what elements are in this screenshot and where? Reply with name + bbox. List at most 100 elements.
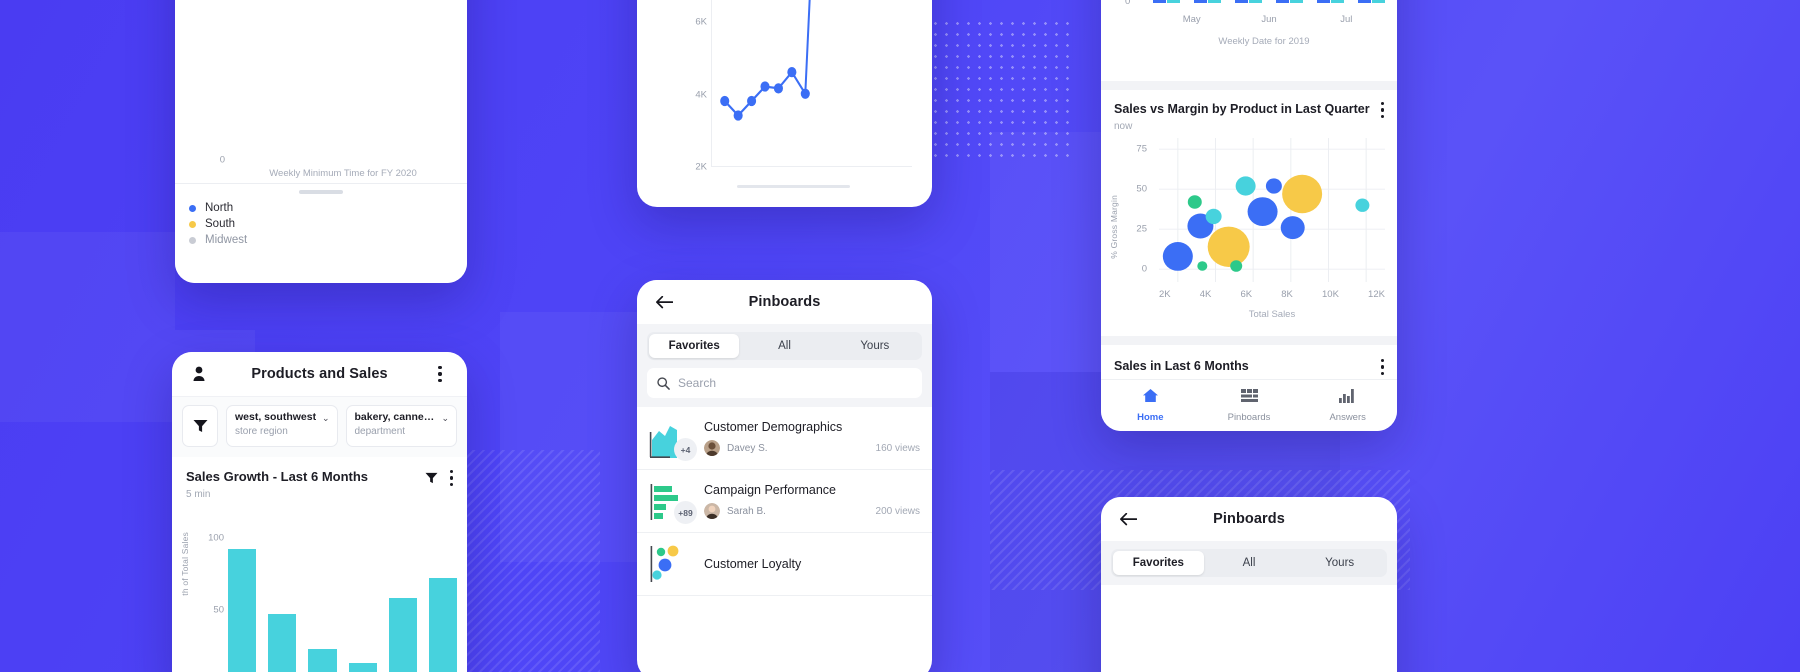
list-item-views: 200 views bbox=[875, 505, 920, 517]
x-axis-caption: Weekly Minimum Time for FY 2020 bbox=[269, 168, 417, 179]
y-tick: 50 bbox=[213, 604, 224, 616]
nav-item-pinboards[interactable]: Pinboards bbox=[1200, 380, 1299, 431]
bubble bbox=[1235, 176, 1256, 196]
filter-value: bakery, canned goods... bbox=[354, 411, 449, 423]
y-tick: 2K bbox=[695, 161, 707, 173]
tab-yours[interactable]: Yours bbox=[830, 334, 920, 358]
bg-block-left bbox=[0, 232, 175, 422]
card-products-and-sales[interactable]: Products and Sales west, southwest store… bbox=[172, 352, 467, 672]
tab-favorites[interactable]: Favorites bbox=[1113, 551, 1204, 575]
list-item[interactable]: Customer Loyalty bbox=[637, 533, 932, 596]
tile-sales-last-6-months[interactable]: Sales in Last 6 Months bbox=[1101, 345, 1397, 376]
x-axis-ticks: May Jun Jul bbox=[1153, 14, 1385, 25]
y-axis-ticks: 2K4K6K8K10K12K bbox=[681, 0, 707, 173]
legend-item-midwest[interactable]: Midwest bbox=[175, 232, 467, 248]
tab-all[interactable]: All bbox=[1204, 551, 1295, 575]
filter-value: west, southwest bbox=[235, 411, 317, 423]
line-chart-plot bbox=[711, 0, 912, 167]
tab-favorites[interactable]: Favorites bbox=[649, 334, 740, 358]
bubble-chart-thumb bbox=[649, 544, 693, 584]
drag-handle[interactable] bbox=[299, 190, 343, 194]
pinboards-header: Pinboards bbox=[1101, 497, 1397, 541]
funnel-icon[interactable] bbox=[425, 472, 438, 484]
area-chart-thumb: +4 bbox=[649, 418, 697, 461]
bar bbox=[1290, 0, 1303, 3]
y-axis-label: th of Total Sales bbox=[180, 532, 190, 596]
stacked-bars-plot bbox=[227, 0, 459, 171]
list-item-title: Campaign Performance bbox=[704, 483, 837, 497]
page-title: Pinboards bbox=[748, 294, 821, 310]
more-options-icon[interactable] bbox=[1380, 359, 1384, 376]
bar bbox=[1249, 0, 1262, 3]
viz-title: Sales Growth - Last 6 Months bbox=[186, 469, 369, 484]
bottom-navigation: Home Pinboards Answers bbox=[1101, 379, 1397, 431]
y-axis-ticks: 50 100 bbox=[196, 528, 224, 672]
list-item[interactable]: +4 Customer Demographics Davey S. 160 vi… bbox=[637, 407, 932, 470]
x-tick: 4K bbox=[1199, 289, 1212, 300]
avatar bbox=[704, 440, 720, 456]
bubble bbox=[1162, 242, 1193, 271]
card-stacked-bars[interactable]: Unique 050 Weekly Minimum Time for FY 20… bbox=[175, 0, 467, 283]
x-tick: 2K bbox=[1159, 289, 1171, 300]
tab-yours[interactable]: Yours bbox=[1294, 551, 1385, 575]
horizontal-scrollbar[interactable] bbox=[737, 185, 850, 188]
x-tick: Jun bbox=[1261, 14, 1277, 25]
tabs-container: Favorites All Yours bbox=[1101, 541, 1397, 585]
filter-bar: west, southwest store region ⌄ bakery, c… bbox=[172, 396, 467, 457]
list-item[interactable]: +89 Campaign Performance Sarah B. 200 vi… bbox=[637, 470, 932, 533]
filter-chip-department[interactable]: bakery, canned goods... department ⌄ bbox=[345, 405, 457, 447]
tab-all[interactable]: All bbox=[739, 334, 829, 358]
card-pinboards[interactable]: Pinboards Favorites All Yours Search +4 … bbox=[637, 280, 932, 672]
tile-weekly-date[interactable]: Gr 0 MayJunJul Weekly Date for 2019 bbox=[1101, 0, 1397, 90]
nav-label: Answers bbox=[1329, 411, 1366, 423]
search-icon bbox=[657, 376, 670, 390]
legend-dot-south bbox=[189, 220, 196, 228]
viz-header: Sales Growth - Last 6 Months bbox=[172, 457, 467, 487]
grid-icon bbox=[1240, 388, 1258, 408]
person-icon[interactable] bbox=[188, 366, 210, 382]
back-arrow-icon[interactable] bbox=[653, 295, 675, 309]
legend-item-north[interactable]: North bbox=[175, 200, 467, 216]
x-axis-caption: Total Sales bbox=[1248, 309, 1296, 320]
tabs-container: Favorites All Yours bbox=[637, 324, 932, 368]
filter-button[interactable] bbox=[182, 405, 218, 447]
card-dashboard[interactable]: Gr 0 MayJunJul Weekly Date for 2019 Sale… bbox=[1101, 0, 1397, 431]
bar bbox=[1372, 0, 1385, 3]
bubble bbox=[1205, 208, 1222, 225]
funnel-icon bbox=[193, 420, 207, 432]
bar bbox=[1153, 0, 1166, 3]
x-tick: 10K bbox=[1322, 289, 1339, 300]
bar bbox=[1358, 0, 1371, 3]
filter-chip-store-region[interactable]: west, southwest store region ⌄ bbox=[226, 405, 338, 447]
more-options-icon[interactable] bbox=[429, 365, 451, 383]
legend: North South Midwest bbox=[175, 183, 467, 283]
nav-item-home[interactable]: Home bbox=[1101, 380, 1200, 431]
bar bbox=[308, 649, 337, 672]
page-title: Products and Sales bbox=[251, 366, 388, 382]
search-input[interactable]: Search bbox=[647, 368, 922, 398]
x-tick: May bbox=[1182, 14, 1201, 25]
bubble bbox=[1247, 197, 1278, 226]
bar bbox=[1208, 0, 1221, 3]
y-tick: 6K bbox=[695, 16, 707, 28]
back-arrow-icon[interactable] bbox=[1117, 512, 1139, 526]
card-pinboards-secondary[interactable]: Pinboards Favorites All Yours bbox=[1101, 497, 1397, 672]
x-axis-caption: Weekly Date for 2019 bbox=[1218, 36, 1310, 47]
more-options-icon[interactable] bbox=[1380, 102, 1384, 119]
more-options-icon[interactable] bbox=[449, 470, 453, 487]
bar-group bbox=[1153, 0, 1180, 3]
x-tick: 12K bbox=[1368, 289, 1385, 300]
search-placeholder: Search bbox=[678, 376, 717, 390]
y-tick: 50 bbox=[1136, 183, 1147, 195]
bar bbox=[1235, 0, 1248, 3]
bar bbox=[348, 663, 377, 672]
x-tick: 8K bbox=[1281, 289, 1293, 300]
data-point bbox=[747, 95, 757, 107]
list-item-views: 160 views bbox=[875, 442, 920, 454]
nav-item-answers[interactable]: Answers bbox=[1298, 380, 1397, 431]
nav-label: Pinboards bbox=[1227, 411, 1271, 423]
card-line-chart[interactable]: Total View Runtime linear model 2K4K6K8K… bbox=[637, 0, 932, 207]
tile-sales-vs-margin[interactable]: Sales vs Margin by Product in Last Quart… bbox=[1101, 90, 1397, 345]
x-axis-ticks: 2K 4K 6K 8K 10K 12K bbox=[1159, 289, 1385, 300]
legend-item-south[interactable]: South bbox=[175, 216, 467, 232]
